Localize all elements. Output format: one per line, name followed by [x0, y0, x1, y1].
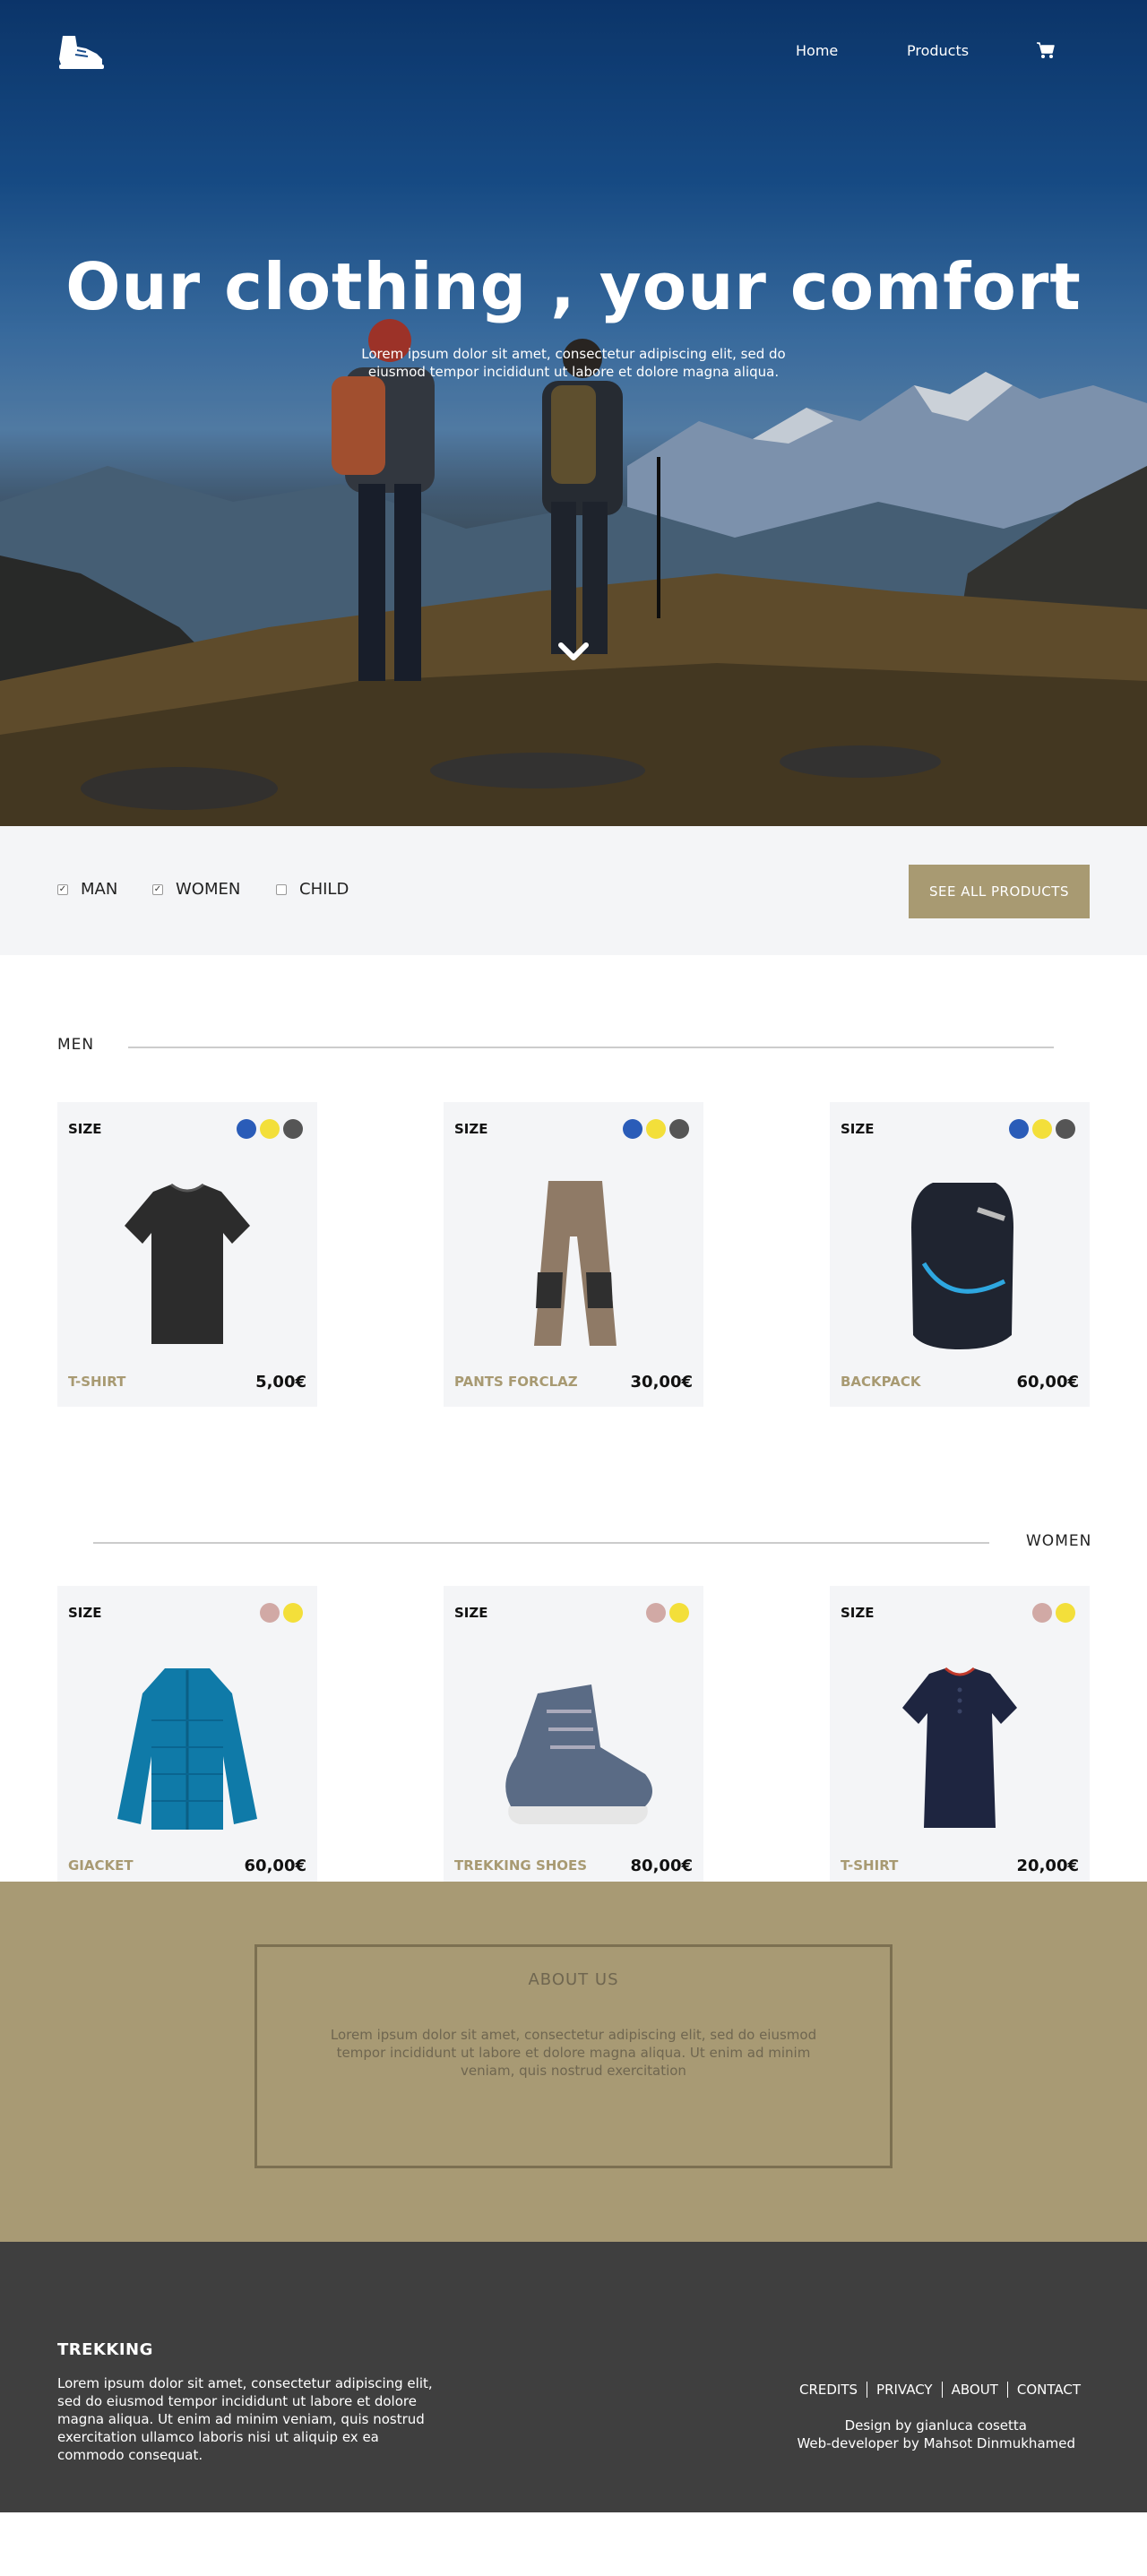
hero-subtitle: Lorem ipsum dolor sit amet, consectetur …	[361, 346, 786, 380]
jacket-image	[117, 1668, 257, 1830]
section-divider	[93, 1542, 989, 1544]
size-label: SIZE	[68, 1605, 102, 1621]
child-checkbox[interactable]	[276, 883, 287, 895]
color-options	[237, 1119, 303, 1139]
about-box: ABOUT US Lorem ipsum dolor sit amet, con…	[254, 1944, 893, 2168]
top-nav: Home Products	[0, 0, 1147, 103]
footer-text: Lorem ipsum dolor sit amet, consectetur …	[57, 2375, 433, 2463]
product-price: 5,00€	[255, 1373, 306, 1391]
filter-man[interactable]: ✓ MAN	[57, 880, 117, 899]
product-card-pants[interactable]: SIZE PANTS FORCLAZ 30,00€	[444, 1102, 703, 1407]
footer-link-privacy[interactable]: PRIVACY	[867, 2382, 942, 2398]
nav-products-link[interactable]: Products	[907, 42, 969, 59]
color-options	[646, 1603, 689, 1623]
product-card-shoes[interactable]: SIZE TREKKING SHOES 80,00€	[444, 1586, 703, 1891]
shoe-image	[505, 1684, 652, 1824]
nav-home-link[interactable]: Home	[796, 42, 838, 59]
product-card-tshirt-women[interactable]: SIZE T-SHIRT 20,00€	[830, 1586, 1090, 1891]
size-label: SIZE	[841, 1121, 875, 1137]
color-swatch-gray[interactable]	[283, 1119, 303, 1139]
filter-child[interactable]: CHILD	[276, 880, 349, 899]
women-checkbox[interactable]: ✓	[152, 883, 163, 895]
product-price: 60,00€	[1016, 1373, 1079, 1391]
hiking-boot-logo[interactable]	[56, 32, 106, 70]
color-swatch-yellow[interactable]	[260, 1119, 280, 1139]
product-price: 20,00€	[1016, 1857, 1079, 1875]
color-swatch-yellow[interactable]	[669, 1603, 689, 1623]
color-swatch-pink[interactable]	[1032, 1603, 1052, 1623]
size-label: SIZE	[454, 1121, 488, 1137]
color-swatch-blue[interactable]	[623, 1119, 642, 1139]
backpack-image	[911, 1183, 1013, 1349]
footer-link-credits[interactable]: CREDITS	[790, 2382, 867, 2398]
filter-child-label: CHILD	[299, 880, 349, 899]
man-checkbox[interactable]: ✓	[57, 883, 68, 895]
color-swatch-gray[interactable]	[1056, 1119, 1075, 1139]
filter-women[interactable]: ✓ WOMEN	[152, 880, 240, 899]
footer-link-contact[interactable]: CONTACT	[1006, 2382, 1081, 2398]
footer-link-about[interactable]: ABOUT	[941, 2382, 1007, 2398]
product-price: 60,00€	[244, 1857, 306, 1875]
tshirt-image	[902, 1667, 1017, 1828]
product-price: 80,00€	[630, 1857, 693, 1875]
men-section-title: MEN	[57, 1036, 95, 1054]
product-price: 30,00€	[630, 1373, 693, 1391]
design-credit: Design by gianluca cosetta	[844, 2417, 1027, 2434]
footer-links: CREDITS PRIVACY ABOUT CONTACT	[790, 2382, 1081, 2398]
section-divider	[128, 1047, 1054, 1048]
color-swatch-blue[interactable]	[1009, 1119, 1029, 1139]
see-all-products-button[interactable]: SEE ALL PRODUCTS	[909, 865, 1090, 918]
about-section: ABOUT US Lorem ipsum dolor sit amet, con…	[0, 1882, 1147, 2242]
product-card-jacket[interactable]: SIZE GIACKET 60,00€	[57, 1586, 317, 1891]
color-swatch-yellow[interactable]	[1056, 1603, 1075, 1623]
size-label: SIZE	[68, 1121, 102, 1137]
product-card-backpack[interactable]: SIZE BACKPACK 60,00€	[830, 1102, 1090, 1407]
footer: TREKKING Lorem ipsum dolor sit amet, con…	[0, 2242, 1147, 2512]
color-options	[260, 1603, 303, 1623]
product-name: T-SHIRT	[841, 1857, 899, 1874]
hero-mountain-image	[0, 0, 1147, 826]
footer-brand: TREKKING	[57, 2340, 153, 2359]
color-swatch-yellow[interactable]	[1032, 1119, 1052, 1139]
product-name: GIACKET	[68, 1857, 134, 1874]
color-swatch-blue[interactable]	[237, 1119, 256, 1139]
product-card-tshirt-men[interactable]: SIZE T-SHIRT 5,00€	[57, 1102, 317, 1407]
color-swatch-yellow[interactable]	[646, 1119, 666, 1139]
color-swatch-pink[interactable]	[260, 1603, 280, 1623]
color-swatch-gray[interactable]	[669, 1119, 689, 1139]
color-swatch-pink[interactable]	[646, 1603, 666, 1623]
hero-title: Our clothing , your comfort	[65, 249, 1082, 324]
color-options	[1009, 1119, 1075, 1139]
product-name: BACKPACK	[841, 1374, 921, 1390]
color-options	[1032, 1603, 1075, 1623]
women-section: WOMEN SIZE GIACKET 60,00€ SIZE TREKKING …	[0, 1452, 1147, 1891]
size-label: SIZE	[841, 1605, 875, 1621]
color-options	[623, 1119, 689, 1139]
color-swatch-yellow[interactable]	[283, 1603, 303, 1623]
product-name: PANTS FORCLAZ	[454, 1374, 578, 1390]
size-label: SIZE	[454, 1605, 488, 1621]
product-name: T-SHIRT	[68, 1374, 126, 1390]
filter-bar: ✓ MAN ✓ WOMEN CHILD SEE ALL PRODUCTS	[0, 826, 1147, 955]
tshirt-image	[125, 1183, 250, 1344]
men-section: MEN SIZE T-SHIRT 5,00€ SIZE PANTS FORCLA…	[0, 955, 1147, 1452]
women-section-title: WOMEN	[1026, 1532, 1092, 1550]
hero-section: Home Products Our clothing , your comfor…	[0, 0, 1147, 826]
product-name: TREKKING SHOES	[454, 1857, 588, 1874]
about-title: ABOUT US	[528, 1970, 619, 1989]
about-text: Lorem ipsum dolor sit amet, consectetur …	[330, 2027, 817, 2079]
filter-man-label: MAN	[81, 880, 118, 899]
pants-image	[534, 1181, 617, 1346]
chevron-down-icon[interactable]	[556, 638, 591, 665]
cart-icon[interactable]	[1036, 41, 1056, 59]
developer-credit: Web-developer by Mahsot Dinmukhamed	[797, 2435, 1075, 2451]
filter-women-label: WOMEN	[176, 880, 241, 899]
